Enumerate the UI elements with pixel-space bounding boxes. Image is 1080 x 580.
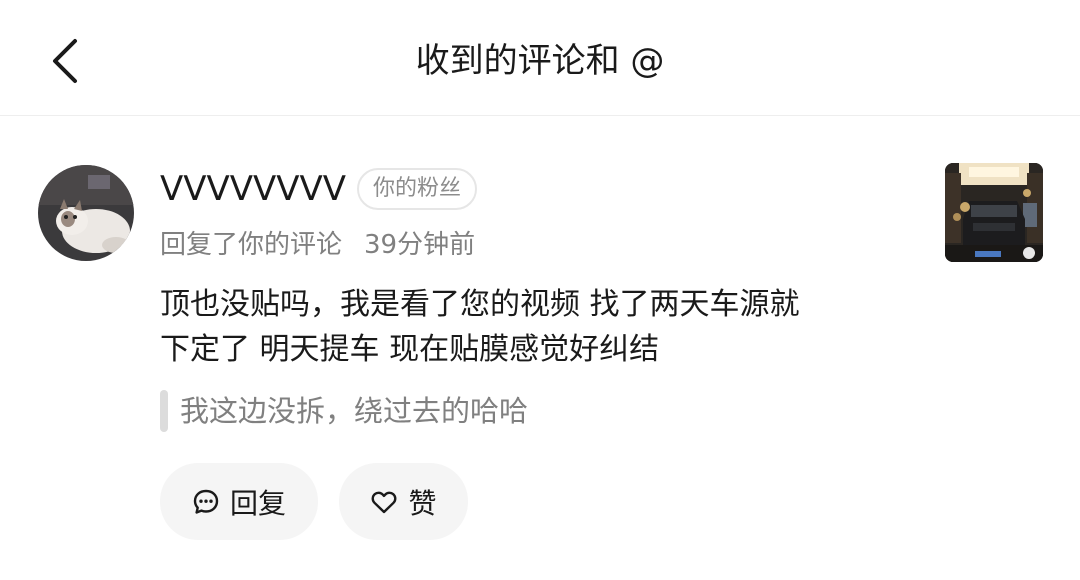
quoted-text: 我这边没拆，绕过去的哈哈 — [180, 394, 529, 428]
reply-button[interactable]: 回复 — [160, 463, 318, 540]
top-bar: 收到的评论和 @ — [0, 0, 1080, 116]
avatar[interactable] — [38, 165, 134, 261]
quote-bar — [160, 390, 168, 432]
comment-bubble-icon — [192, 488, 220, 516]
timestamp: 39分钟前 — [364, 230, 476, 260]
action-text: 回复了你的评论 — [160, 230, 343, 260]
heart-icon — [370, 488, 398, 516]
page-title: 收到的评论和 @ — [415, 41, 665, 81]
reply-label: 回复 — [229, 486, 286, 520]
avatar-image — [38, 165, 134, 261]
like-button[interactable]: 赞 — [339, 463, 468, 540]
video-thumbnail[interactable] — [945, 163, 1043, 262]
quoted-comment[interactable]: 我这边没拆，绕过去的哈哈 — [160, 388, 528, 434]
video-thumbnail-image — [945, 163, 1043, 262]
comment-line: 下定了 明天提车 现在贴膜感觉好纠结 — [160, 332, 660, 367]
like-label: 赞 — [408, 486, 437, 520]
comment-line: 顶也没贴吗，我是看了您的视频 找了两天车源就 — [160, 287, 800, 322]
username[interactable]: VVVVVVVV — [160, 167, 346, 211]
comment-text[interactable]: 顶也没贴吗，我是看了您的视频 找了两天车源就 下定了 明天提车 现在贴膜感觉好纠… — [160, 282, 920, 372]
fan-badge: 你的粉丝 — [357, 168, 478, 210]
comment-meta: 回复了你的评论 39分钟前 — [160, 226, 475, 264]
